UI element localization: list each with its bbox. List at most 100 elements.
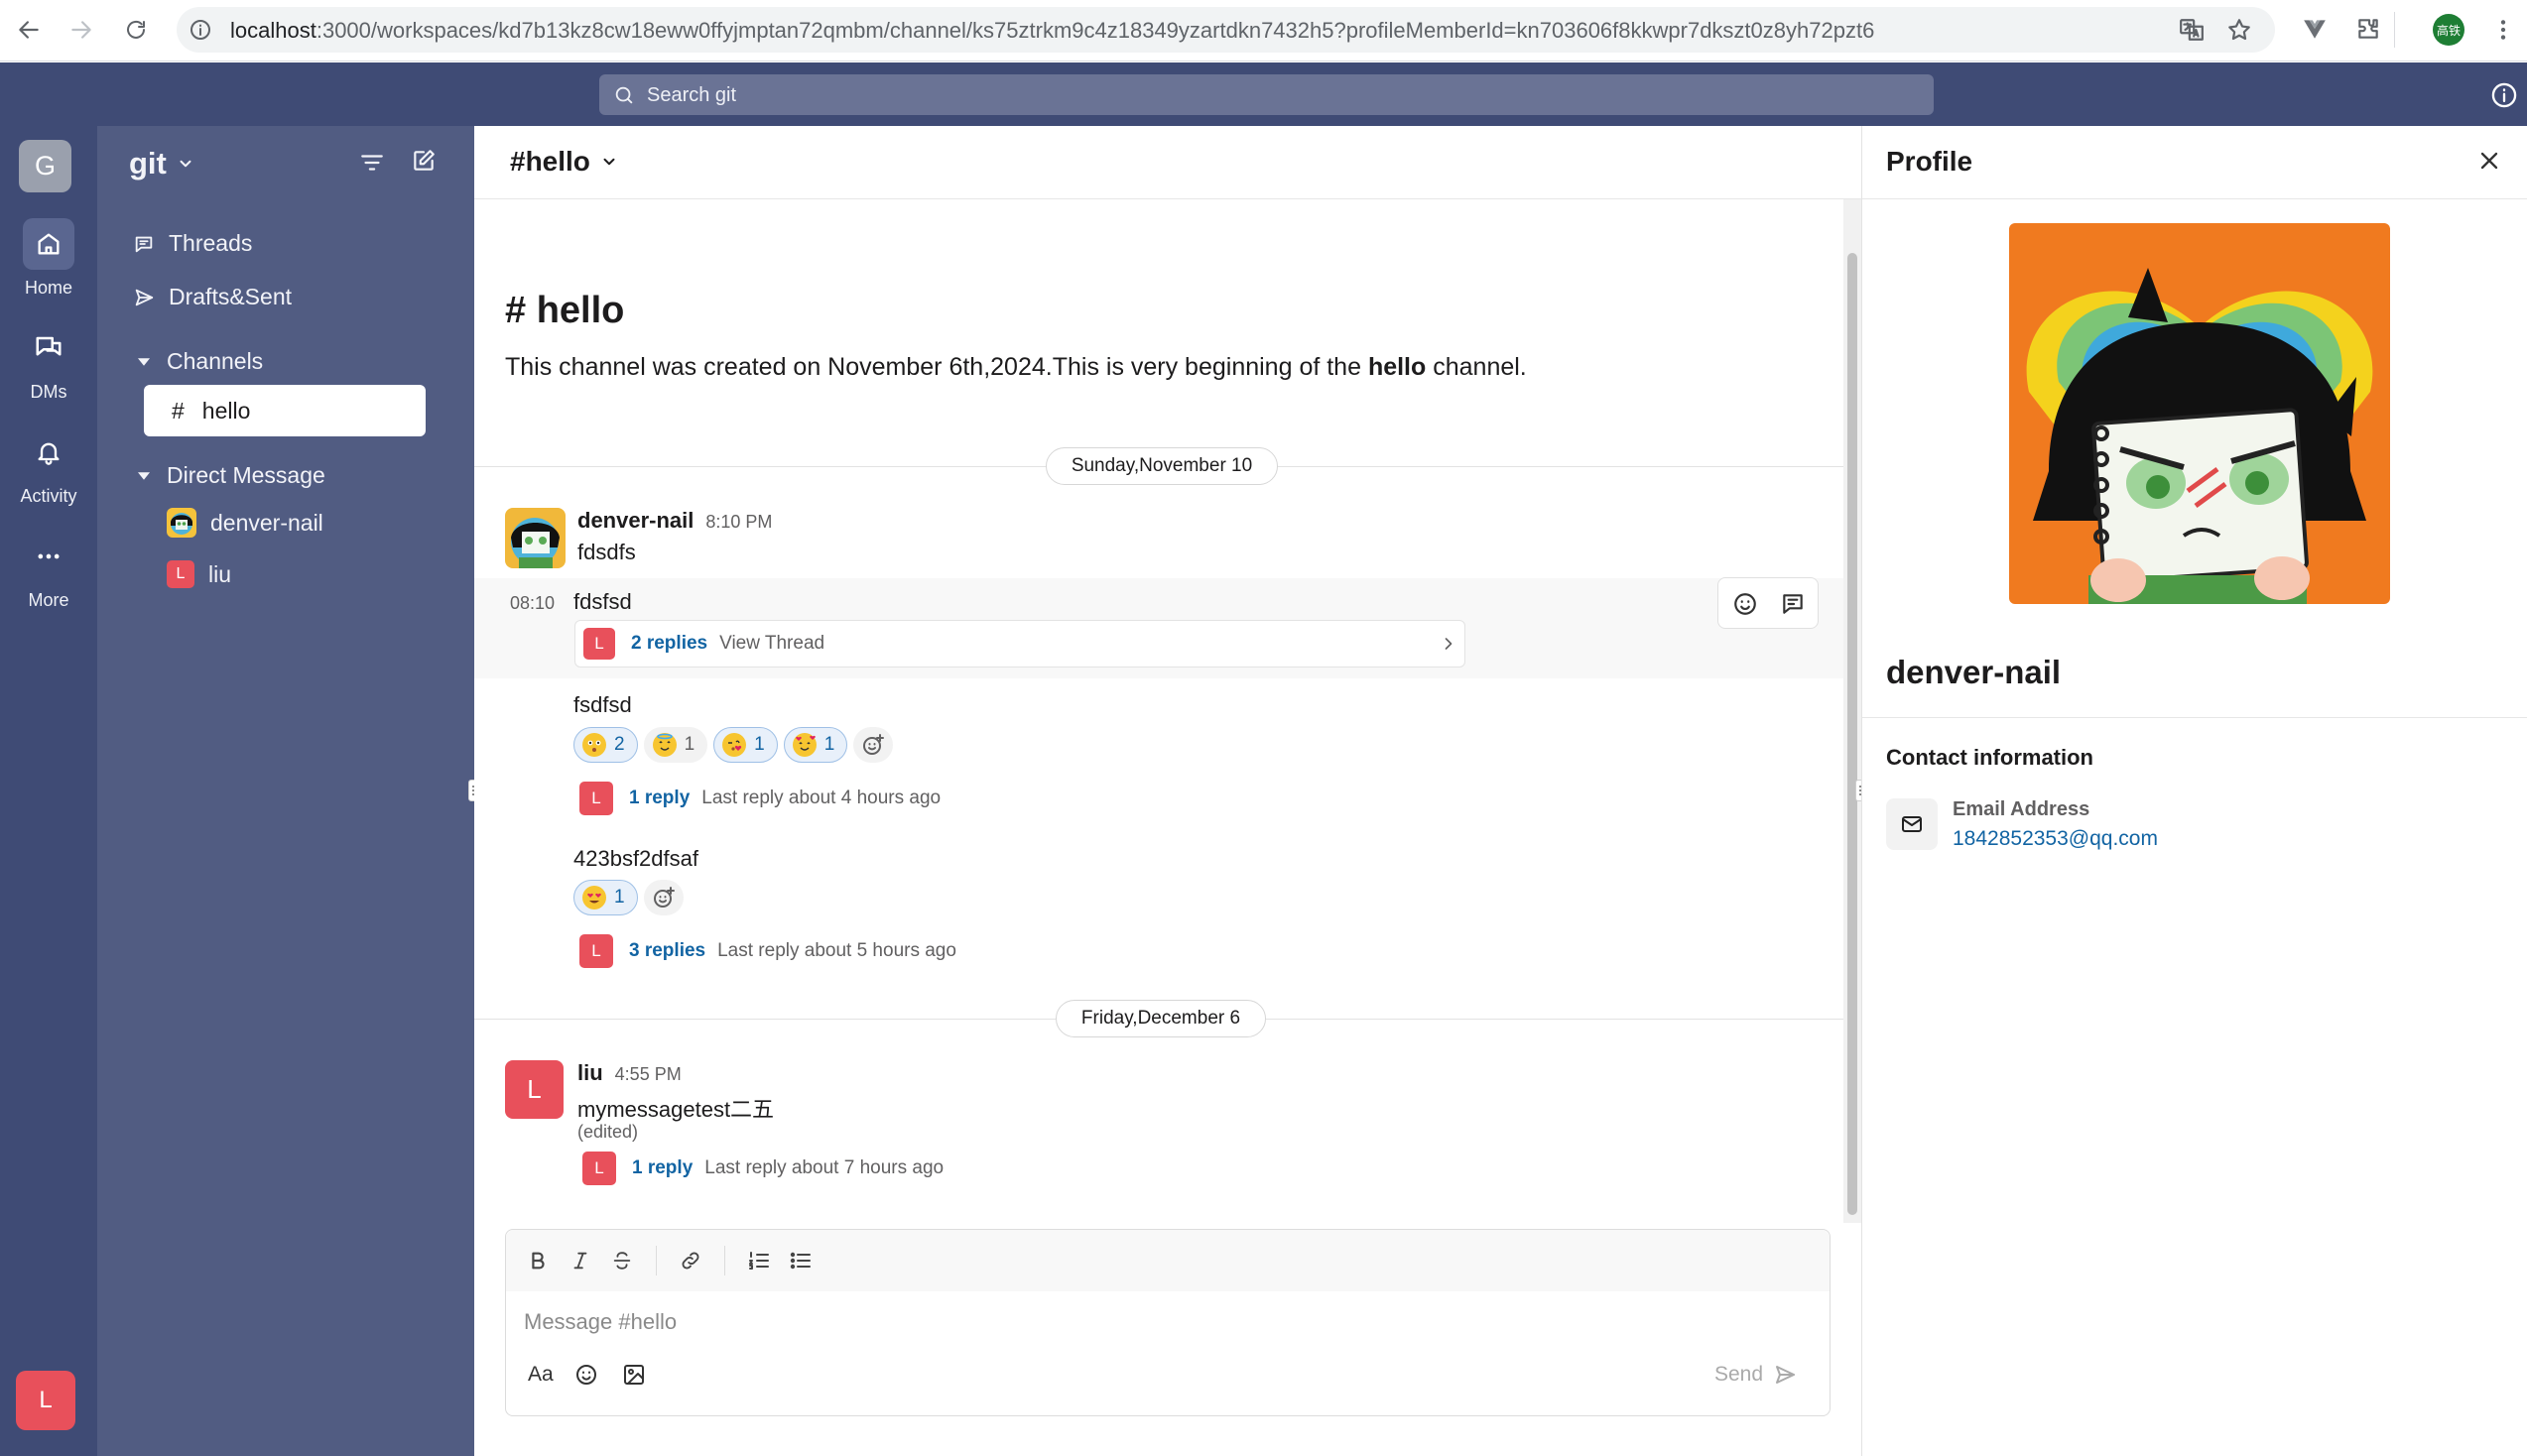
bold-icon[interactable] [524,1247,552,1274]
rail-more[interactable]: More [0,531,97,611]
add-reaction-button[interactable] [853,727,894,763]
liu-avatar[interactable]: L [505,1060,564,1119]
format-toolbar [506,1230,1830,1291]
thread-reply-bar[interactable]: L 1 reply Last reply about 4 hours ago [579,782,941,815]
browser-menu-icon[interactable] [2490,17,2516,43]
edited-label: (edited) [577,1122,639,1142]
thread-reply-bar[interactable]: L 2 replies View Thread [583,628,824,660]
extensions-icon[interactable] [2355,16,2381,42]
toolbar-divider [656,1246,657,1275]
channel-title-button[interactable]: #hello [510,146,618,178]
reply-thread-icon[interactable] [1780,591,1806,617]
sidebar-item-threads[interactable]: Threads [133,230,252,257]
rail-dms-label: DMs [30,382,67,402]
site-info-icon[interactable] [189,18,212,42]
reply-count[interactable]: 2 replies [631,633,707,655]
reply-count[interactable]: 3 replies [629,940,705,962]
sidebar-item-dm-denver-nail[interactable]: denver-nail [167,508,323,538]
intro-pre: This channel was created on November 6th… [505,353,1368,381]
emoji-icon[interactable] [574,1363,598,1387]
scrollbar-track[interactable] [1843,199,1861,1223]
link-icon[interactable] [677,1247,704,1274]
add-reaction-icon[interactable] [1732,591,1758,617]
send-label: Send [1714,1363,1764,1386]
message-text: mymessagetest二五 [577,1097,775,1122]
reply-count[interactable]: 1 reply [632,1157,693,1179]
reload-icon[interactable] [118,12,154,48]
translate-icon[interactable] [2179,17,2205,43]
sidebar-item-dm-liu[interactable]: L liu [167,560,231,588]
browser-profile-avatar[interactable]: 高铁 [2433,14,2464,46]
rail-activity-label: Activity [20,486,77,506]
reaction-chip[interactable]: 1 [573,880,638,915]
reaction-chip[interactable]: 1 [713,727,778,763]
sidebar-item-drafts[interactable]: Drafts&Sent [133,284,292,310]
bookmark-star-icon[interactable] [2226,17,2252,43]
profile-title: Profile [1886,146,1973,177]
date-divider-pill[interactable]: Sunday,November 10 [1046,447,1278,485]
reply-meta: Last reply about 7 hours ago [704,1157,945,1178]
add-reaction-button[interactable] [643,880,684,915]
rail-activity[interactable]: Activity [0,426,97,507]
home-icon [23,218,74,270]
reaction-chip[interactable]: 1 [643,727,708,763]
compose-icon[interactable] [411,148,437,174]
workspace-avatar[interactable]: G [19,140,71,192]
italic-icon[interactable] [567,1247,594,1274]
profile-avatar-image [2009,223,2390,604]
caret-down-icon [135,467,153,485]
dm-section-toggle[interactable]: Direct Message [135,462,325,489]
email-link[interactable]: 1842852353@qq.com [1953,827,2158,851]
workspace-name: git [129,146,167,181]
message-input[interactable]: Message #hello [524,1309,677,1335]
date-divider-pill[interactable]: Friday,December 6 [1056,1000,1266,1037]
drafts-label: Drafts&Sent [169,284,292,309]
back-icon[interactable] [11,12,47,48]
thread-reply-bar[interactable]: L 3 replies Last reply about 5 hours ago [579,934,956,968]
channels-section-toggle[interactable]: Channels [135,348,263,375]
intro-bold: hello [1367,353,1427,381]
workspace-switcher[interactable]: git [129,146,194,182]
channel-header: #hello [474,126,1861,199]
forward-icon[interactable] [63,12,99,48]
dm-name: liu [208,560,232,587]
search-placeholder: Search git [647,84,737,106]
strikethrough-icon[interactable] [608,1247,636,1274]
denver-nail-avatar[interactable] [505,508,566,568]
view-thread-link[interactable]: View Thread [719,633,824,655]
reaction-count: 1 [684,734,695,755]
reply-meta: Last reply about 5 hours ago [717,940,956,961]
rail-home-label: Home [24,278,72,298]
ordered-list-icon[interactable] [745,1247,773,1274]
denver-nail-avatar [167,508,196,538]
message-sender[interactable]: liu [577,1060,603,1085]
reaction-list: 1 [573,880,684,915]
image-upload-icon[interactable] [622,1363,646,1387]
smiling-hearts-emoji-icon [792,733,817,757]
format-toggle-button[interactable]: Aa [528,1363,554,1387]
user-avatar[interactable]: L [16,1371,75,1430]
reply-count[interactable]: 1 reply [629,788,690,809]
address-bar[interactable]: localhost:3000/workspaces/kd7b13kz8cw18e… [177,7,2275,53]
channels-label: Channels [167,348,264,374]
reaction-chip[interactable]: 2 [573,727,638,763]
bullet-list-icon[interactable] [787,1247,815,1274]
scrollbar-thumb[interactable] [1847,253,1857,1215]
send-button[interactable]: Send [1714,1363,1797,1387]
message-sender[interactable]: denver-nail [577,508,694,533]
vue-devtools-icon[interactable] [2302,16,2328,42]
reply-avatar: L [583,628,615,660]
sidebar-item-hello[interactable]: # hello [144,385,426,436]
close-icon[interactable] [2475,147,2503,175]
reaction-count: 1 [823,734,835,755]
mail-icon [1886,798,1938,850]
profile-panel: Profile denver-nail Contact information … [1861,126,2527,1456]
rail-dms[interactable]: DMs [0,322,97,403]
info-icon[interactable] [2490,81,2518,109]
reaction-chip[interactable]: 1 [783,727,848,763]
search-input[interactable]: Search git [599,74,1934,115]
rail-home[interactable]: Home [0,218,97,299]
thread-reply-bar[interactable]: L 1 reply Last reply about 7 hours ago [582,1152,944,1185]
reaction-list: 2 1 1 1 [573,727,894,763]
filter-icon[interactable] [359,150,385,176]
